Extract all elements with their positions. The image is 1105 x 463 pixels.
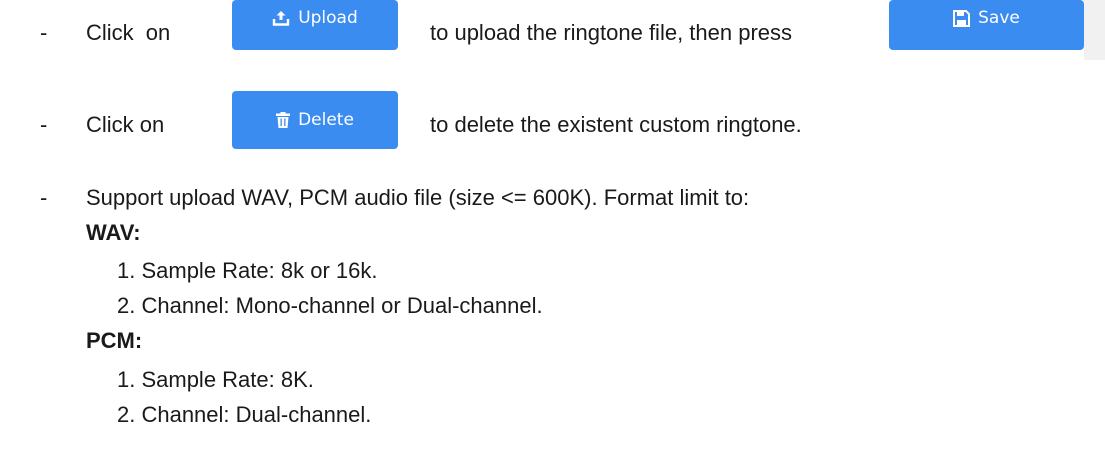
bullet-dash: - (40, 112, 48, 137)
floppy-disk-icon (953, 9, 971, 27)
pcm-heading: PCM: (86, 328, 143, 353)
upload-button[interactable]: Upload (232, 0, 398, 50)
support-format-text: Support upload WAV, PCM audio file (size… (86, 185, 750, 210)
upload-icon (272, 10, 290, 26)
save-button-frame (1084, 0, 1105, 60)
wav-heading: WAV: (86, 220, 141, 245)
click-on-text: Click on (86, 112, 165, 137)
delete-button[interactable]: Delete (232, 91, 398, 149)
save-button[interactable]: Save (889, 0, 1084, 50)
upload-description-text: to upload the ringtone file, then press (430, 20, 793, 45)
save-button-label: Save (978, 8, 1020, 28)
delete-button-label: Delete (298, 110, 354, 130)
bullet-dash: - (40, 20, 48, 45)
wav-item-channel: 2. Channel: Mono-channel or Dual-channel… (117, 293, 543, 318)
upload-button-label: Upload (298, 8, 358, 28)
click-on-text: Click on (86, 20, 171, 45)
pcm-item-sample-rate: 1. Sample Rate: 8K. (117, 367, 314, 392)
delete-description-text: to delete the existent custom ringtone. (430, 112, 802, 137)
wav-item-sample-rate: 1. Sample Rate: 8k or 16k. (117, 258, 378, 283)
pcm-item-channel: 2. Channel: Dual-channel. (117, 402, 372, 427)
trash-icon (276, 112, 291, 128)
bullet-dash: - (40, 185, 48, 210)
